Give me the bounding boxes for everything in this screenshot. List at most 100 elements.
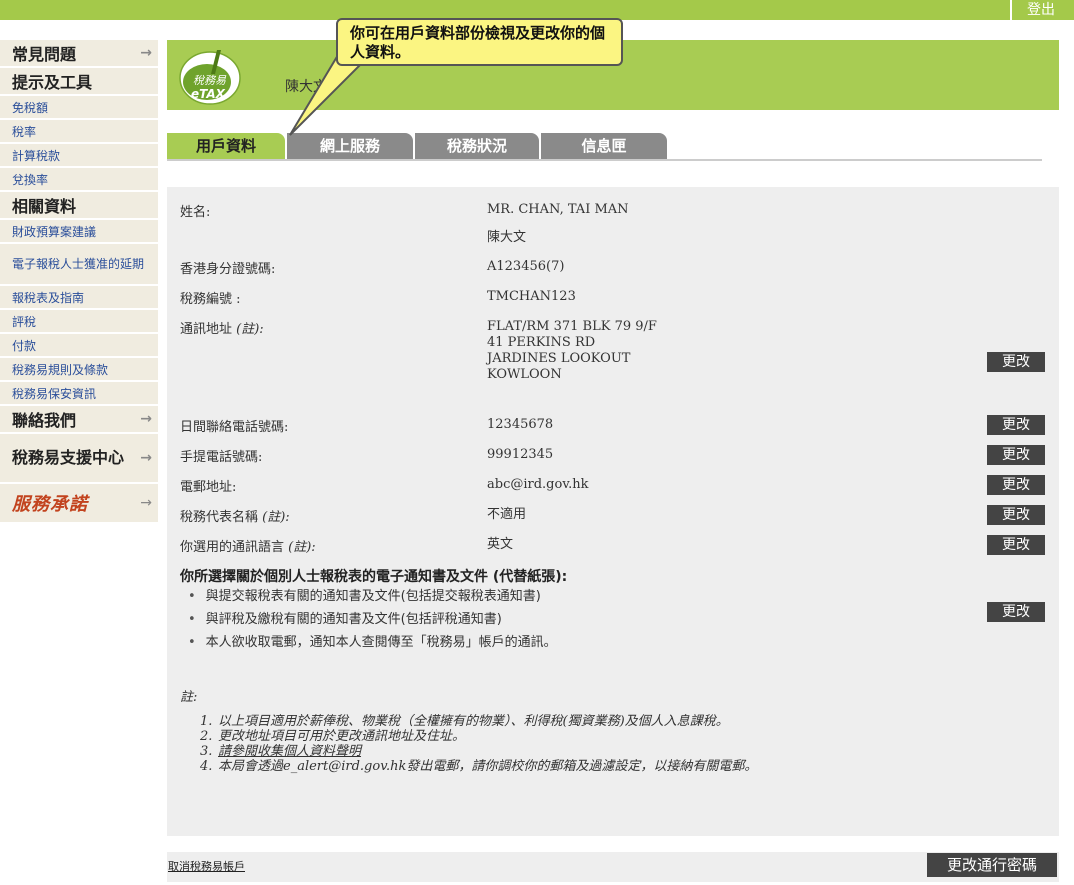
top-bar: 登出 <box>0 0 1074 20</box>
agent-label-text: 稅務代表名稱 <box>180 510 259 525</box>
tab-message-box[interactable]: 信息匣 <box>541 133 667 159</box>
sidebar-item-terms[interactable]: 稅務易規則及條款 <box>0 358 158 382</box>
arrow-right-icon: → <box>140 450 152 466</box>
arrow-right-icon: → <box>140 45 152 61</box>
sidebar-item-label: 聯絡我們 <box>12 411 77 430</box>
day-phone-label: 日間聯絡電話號碼: <box>180 420 289 435</box>
address-label: 通訊地址 (註): <box>180 318 264 337</box>
sidebar-item-contact-us[interactable]: 聯絡我們 → <box>0 406 158 434</box>
sidebar-item-assessment[interactable]: 評稅 <box>0 310 158 334</box>
address-line: 41 PERKINS RD <box>487 335 596 350</box>
note-text: 更改地址項目可用於更改通訊地址及住址。 <box>218 729 466 744</box>
sidebar-item-returns-guides[interactable]: 報稅表及指南 <box>0 286 158 310</box>
change-mobile-button[interactable]: 更改 <box>987 445 1045 465</box>
cancel-account-link[interactable]: 取消稅務易帳戶 <box>168 858 245 874</box>
note-item: 2. 更改地址項目可用於更改通訊地址及住址。 <box>200 729 757 744</box>
logo-text-cn: 稅務易 <box>193 74 227 87</box>
email-label: 電郵地址: <box>180 480 237 495</box>
sidebar-item-tips-tools[interactable]: 提示及工具 <box>0 68 158 96</box>
sidebar-item-label: 常見問題 <box>12 45 77 64</box>
list-item: 與提交報稅表有關的通知書及文件(包括提交報稅表通知書) <box>188 585 557 608</box>
notes-list: 1. 以上項目適用於薪俸稅、物業稅（全權擁有的物業）、利得稅(獨資業務)及個人入息… <box>200 714 757 774</box>
language-label-text: 你選用的通訊語言 <box>180 540 285 555</box>
change-agent-button[interactable]: 更改 <box>987 505 1045 525</box>
change-e-notice-button[interactable]: 更改 <box>987 602 1045 622</box>
change-password-button[interactable]: 更改通行密碼 <box>927 853 1057 877</box>
sidebar-item-label: 相關資料 <box>12 197 77 216</box>
name-en-value: MR. CHAN, TAI MAN <box>487 202 629 217</box>
note-item: 1. 以上項目適用於薪俸稅、物業稅（全權擁有的物業）、利得稅(獨資業務)及個人入息… <box>200 714 757 729</box>
sidebar-item-label: 稅率 <box>12 124 37 139</box>
sidebar-item-payment[interactable]: 付款 <box>0 334 158 358</box>
agent-label: 稅務代表名稱 (註): <box>180 506 290 525</box>
e-notice-list: 與提交報稅表有關的通知書及文件(包括提交報稅表通知書) 與評稅及繳稅有關的通知書… <box>188 585 557 654</box>
sidebar-item-related-info[interactable]: 相關資料 <box>0 192 158 220</box>
tooltip-callout: 你可在用戶資料部份檢視及更改你的個人資料。 <box>336 18 623 66</box>
tab-tax-status[interactable]: 稅務狀況 <box>415 133 539 159</box>
mobile-label: 手提電話號碼: <box>180 450 263 465</box>
sidebar-item-label: 付款 <box>12 338 37 353</box>
sidebar-item-extension[interactable]: 電子報稅人士獲准的延期 <box>0 244 158 286</box>
sidebar-item-tax-calculator[interactable]: 計算稅款 <box>0 144 158 168</box>
main-tabs: 用戶資料 網上服務 稅務狀況 信息匣 <box>167 133 669 159</box>
sidebar-item-label: 財政預算案建議 <box>12 224 97 239</box>
sidebar-item-label: 兌換率 <box>12 172 49 187</box>
tab-user-profile[interactable]: 用戶資料 <box>167 133 285 159</box>
sidebar-item-security[interactable]: 稅務易保安資訊 <box>0 382 158 406</box>
address-line: FLAT/RM 371 BLK 79 9/F <box>487 319 657 334</box>
note-number: 2. <box>200 729 213 744</box>
address-line: JARDINES LOOKOUT <box>487 351 631 366</box>
name-label: 姓名: <box>180 205 211 220</box>
change-address-button[interactable]: 更改 <box>987 352 1045 372</box>
change-language-button[interactable]: 更改 <box>987 535 1045 555</box>
note-number: 4. <box>200 759 213 774</box>
arrow-right-icon: → <box>140 411 152 427</box>
logo-text-en: eTAX <box>191 87 226 101</box>
list-item: 與評稅及繳稅有關的通知書及文件(包括評稅通知書) <box>188 608 557 631</box>
sidebar-item-exchange-rates[interactable]: 兌換率 <box>0 168 158 192</box>
note-text: 本局會透過e_alert@ird.gov.hk發出電郵，請你調校你的郵箱及過濾設… <box>218 759 758 774</box>
language-label: 你選用的通訊語言 (註): <box>180 536 316 555</box>
service-pledge-logo: 服務承諾 <box>12 494 88 515</box>
agent-note-marker: (註): <box>262 510 290 525</box>
sidebar: 常見問題 → 提示及工具 免稅額 稅率 計算稅款 兌換率 相關資料 財政預算案建… <box>0 40 158 524</box>
etax-logo: 稅務易 eTAX <box>177 46 243 106</box>
language-note-marker: (註): <box>288 540 316 555</box>
tabs-underline <box>167 159 1042 161</box>
note-item: 3. 請參閱收集個人資料聲明 <box>200 744 757 759</box>
sidebar-item-faq[interactable]: 常見問題 → <box>0 40 158 68</box>
note-number: 3. <box>200 744 213 759</box>
sidebar-item-label: 稅務易支援中心 <box>12 448 125 467</box>
footer-bar <box>167 852 1059 882</box>
sidebar-item-label: 報稅表及指南 <box>12 290 85 305</box>
mobile-value: 99912345 <box>487 447 554 462</box>
email-value: abc@ird.gov.hk <box>487 477 589 492</box>
address-value: FLAT/RM 371 BLK 79 9/F 41 PERKINS RD JAR… <box>487 319 657 383</box>
callout-pointer <box>289 55 372 136</box>
logout-button[interactable]: 登出 <box>1010 0 1070 20</box>
address-line: KOWLOON <box>487 367 562 382</box>
privacy-statement-link[interactable]: 請參閱收集個人資料聲明 <box>218 744 361 759</box>
sidebar-item-label: 評稅 <box>12 314 37 329</box>
sidebar-item-budget[interactable]: 財政預算案建議 <box>0 220 158 244</box>
sidebar-item-support-centre[interactable]: 稅務易支援中心 → <box>0 434 158 484</box>
day-phone-value: 12345678 <box>487 417 554 432</box>
change-email-button[interactable]: 更改 <box>987 475 1045 495</box>
sidebar-item-label: 稅務易規則及條款 <box>12 362 109 377</box>
name-cn-value: 陳大文 <box>487 230 527 245</box>
sidebar-item-label: 電子報稅人士獲准的延期 <box>12 257 145 271</box>
change-day-phone-button[interactable]: 更改 <box>987 415 1045 435</box>
notes-title: 註: <box>180 690 198 705</box>
sidebar-item-label: 計算稅款 <box>12 148 61 163</box>
hkid-value: A123456(7) <box>487 259 565 274</box>
sidebar-item-label: 免稅額 <box>12 100 49 115</box>
sidebar-item-tax-rates[interactable]: 稅率 <box>0 120 158 144</box>
address-note-marker: (註): <box>236 322 264 337</box>
address-label-text: 通訊地址 <box>180 322 233 337</box>
sidebar-item-allowances[interactable]: 免稅額 <box>0 96 158 120</box>
agent-value: 不適用 <box>487 507 527 522</box>
hkid-label: 香港身分證號碼: <box>180 262 276 277</box>
language-value: 英文 <box>487 537 514 552</box>
tax-no-label: 稅務編號 : <box>180 292 241 307</box>
sidebar-item-service-pledge[interactable]: 服務承諾 → <box>0 484 158 524</box>
